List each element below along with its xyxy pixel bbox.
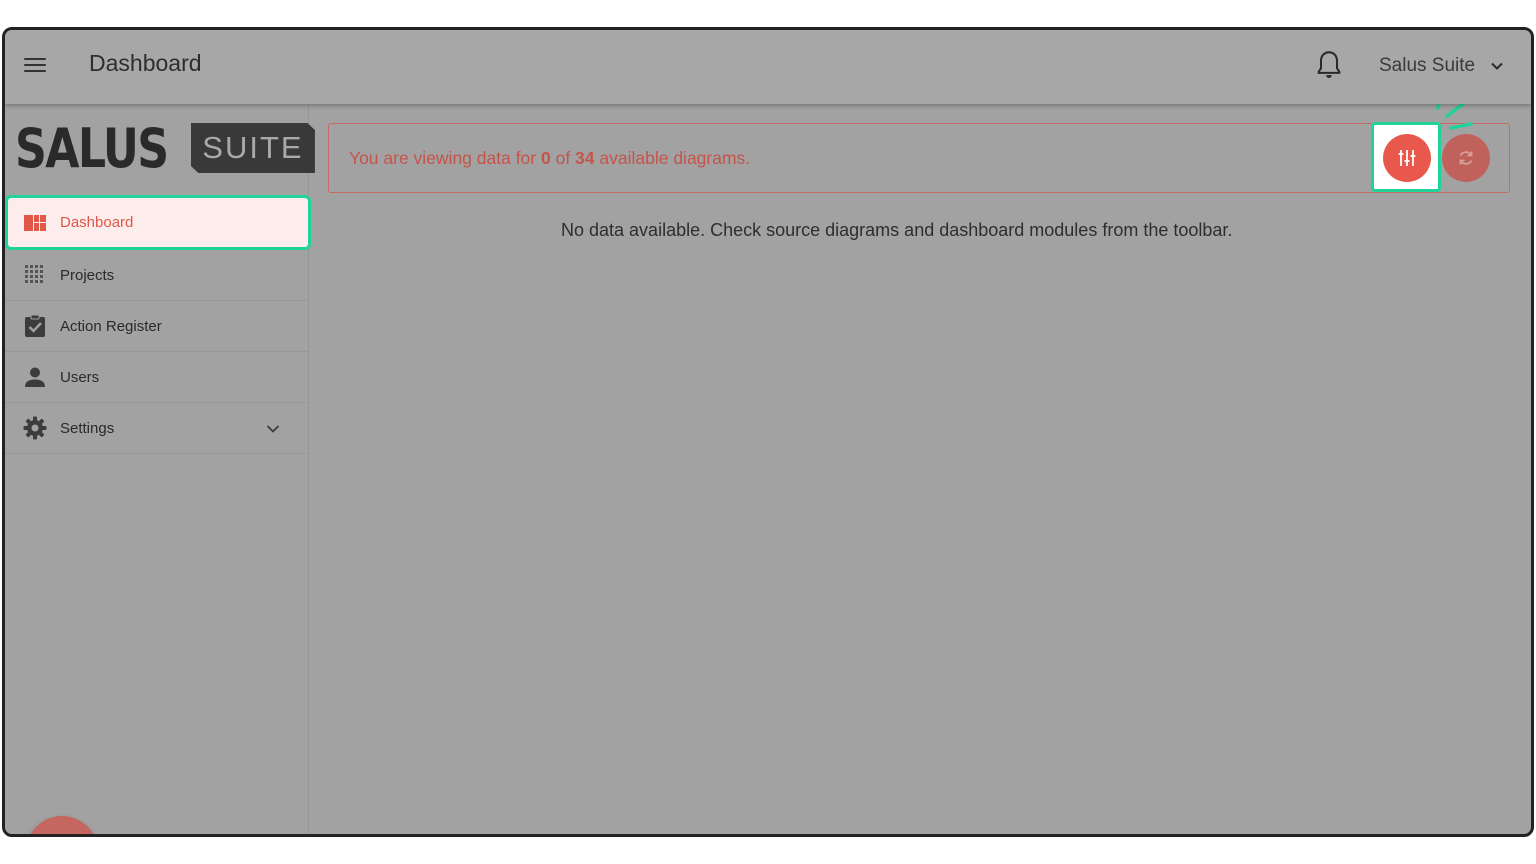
banner-message: You are viewing data for 0 of 34 availab… bbox=[349, 148, 750, 169]
banner-middle: of bbox=[550, 148, 576, 168]
salus-suite-logo: SALUS SUITE bbox=[15, 117, 315, 180]
user-name: Salus Suite bbox=[1379, 55, 1476, 76]
sidebar-item-label: Users bbox=[60, 368, 100, 386]
hamburger-menu-icon[interactable] bbox=[22, 54, 48, 78]
page-title: Dashboard bbox=[89, 50, 202, 76]
dashboard-icon bbox=[24, 214, 46, 231]
clipboard-check-icon bbox=[25, 314, 45, 337]
filter-settings-button[interactable] bbox=[1383, 134, 1431, 182]
grid-dots-icon bbox=[25, 265, 43, 283]
help-chat-button[interactable]: ? bbox=[26, 816, 98, 837]
chevron-down-icon bbox=[1491, 62, 1503, 70]
gear-icon bbox=[23, 416, 47, 440]
logo-suite-badge: SUITE bbox=[190, 123, 315, 173]
sidebar-item-settings[interactable]: Settings bbox=[5, 403, 309, 454]
banner-prefix: You are viewing data for bbox=[349, 148, 541, 168]
chevron-down-icon bbox=[266, 425, 280, 433]
sidebar-item-label: Projects bbox=[60, 266, 115, 284]
top-bar: Dashboard Salus Suite bbox=[5, 30, 1531, 104]
bell-icon[interactable] bbox=[1315, 50, 1343, 82]
empty-state-message: No data available. Check source diagrams… bbox=[561, 220, 1233, 240]
refresh-button[interactable] bbox=[1442, 134, 1490, 182]
sidebar: SALUS SUITE Dashboard Projects Action Re… bbox=[5, 104, 315, 837]
sliders-icon bbox=[1398, 150, 1416, 166]
user-menu[interactable]: Salus Suite bbox=[1379, 52, 1505, 80]
help-chat-icon: ? bbox=[42, 832, 82, 837]
refresh-icon bbox=[1459, 151, 1473, 165]
data-scope-banner: You are viewing data for 0 of 34 availab… bbox=[328, 123, 1510, 193]
sidebar-item-label: Dashboard bbox=[60, 214, 134, 231]
total-count: 34 bbox=[575, 148, 595, 168]
sidebar-item-dashboard[interactable]: Dashboard bbox=[5, 195, 311, 250]
sidebar-item-action-register[interactable]: Action Register bbox=[5, 301, 309, 352]
viewing-count: 0 bbox=[540, 148, 551, 168]
sidebar-item-label: Settings bbox=[60, 419, 115, 437]
sidebar-item-projects[interactable]: Projects bbox=[5, 250, 309, 301]
banner-suffix: available diagrams. bbox=[594, 148, 751, 168]
app-window: Dashboard Salus Suite SALUS SUITE Dashbo… bbox=[2, 27, 1534, 837]
sidebar-item-label: Action Register bbox=[60, 317, 162, 335]
logo-salus-text: SALUS bbox=[15, 116, 169, 180]
person-icon bbox=[25, 367, 45, 387]
sidebar-item-users[interactable]: Users bbox=[5, 352, 309, 403]
